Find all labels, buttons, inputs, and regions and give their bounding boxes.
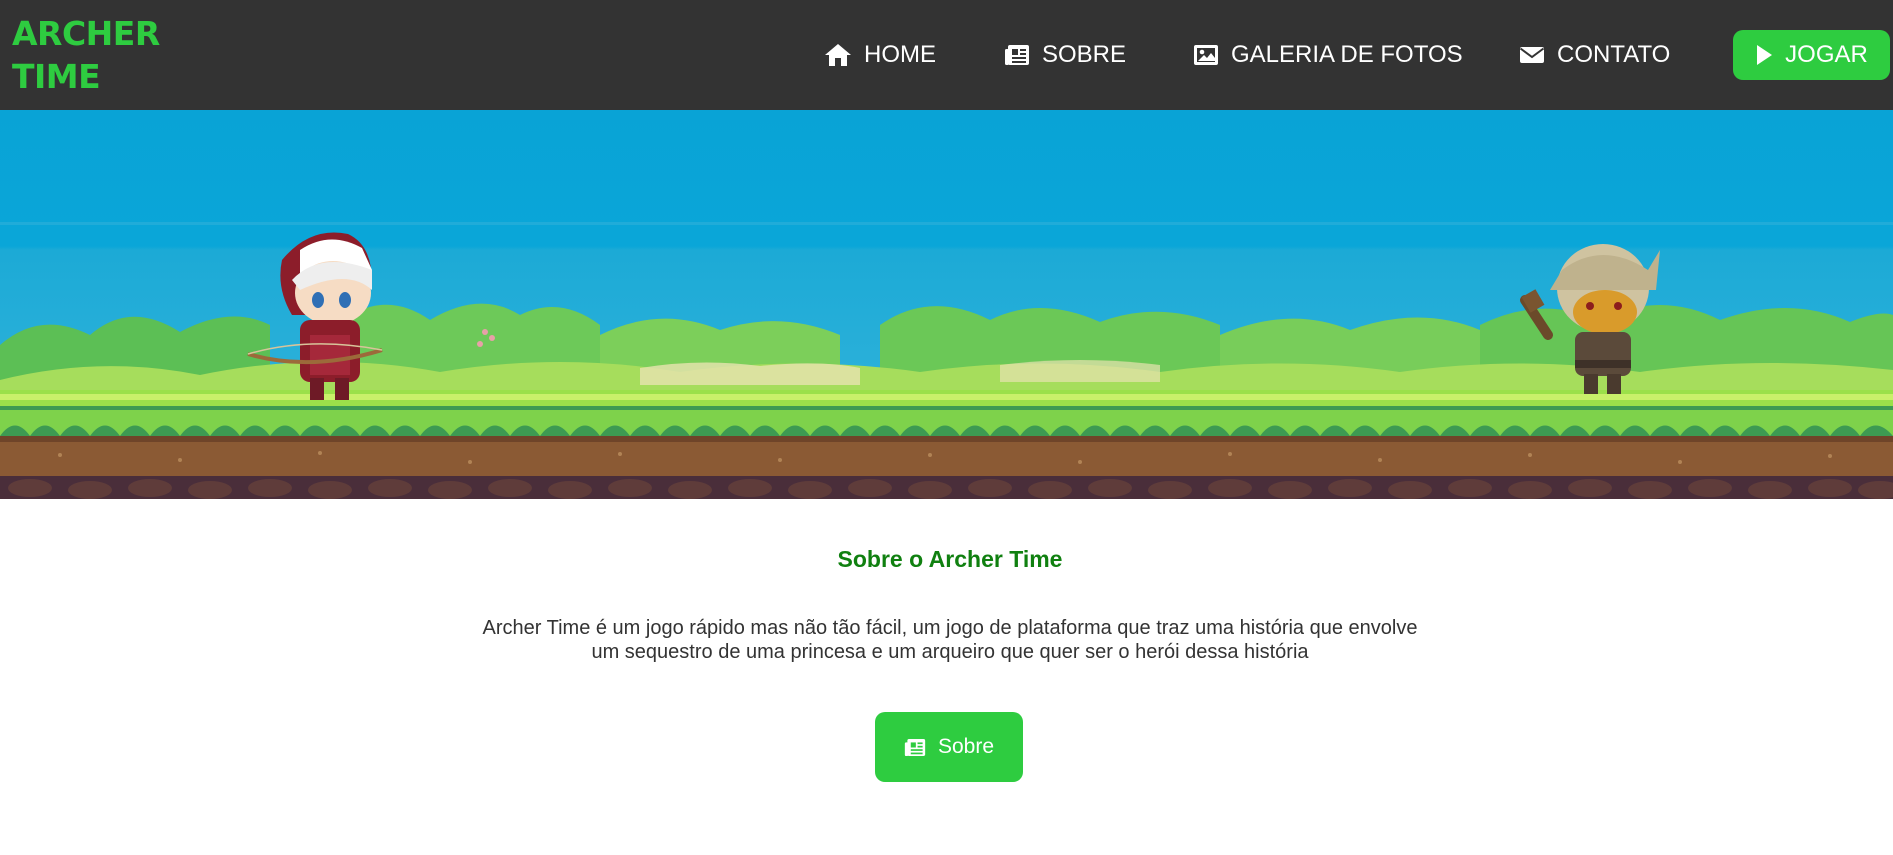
envelope-icon (1519, 47, 1545, 63)
brand-logo[interactable]: ARCHER TIME (12, 12, 172, 98)
about-button[interactable]: Sobre (875, 712, 1023, 782)
play-button[interactable]: JOGAR (1733, 30, 1890, 80)
nav-galeria-label: GALERIA DE FOTOS (1231, 41, 1463, 68)
game-scene-image (0, 110, 1893, 499)
play-button-label: JOGAR (1785, 41, 1868, 68)
brand-line-2: TIME (12, 57, 101, 96)
nav-sobre-label: SOBRE (1042, 41, 1127, 68)
image-icon (1194, 45, 1218, 65)
play-icon (1757, 45, 1773, 65)
nav-contato[interactable]: CONTATO (1519, 40, 1670, 70)
newspaper-icon (1005, 45, 1029, 65)
about-button-label: Sobre (937, 735, 995, 758)
brand-line-1: ARCHER (12, 14, 160, 53)
about-title: Sobre o Archer Time (837, 546, 1063, 572)
nav-contato-label: CONTATO (1557, 41, 1671, 68)
home-icon (825, 44, 851, 66)
nav-home[interactable]: HOME (824, 40, 936, 70)
navbar: ARCHER TIME HOME SOBRE GALERIA DE FOTOS (0, 0, 1893, 110)
hero-banner (0, 110, 1893, 499)
nav-sobre[interactable]: SOBRE (1004, 40, 1126, 70)
ground-platform (0, 390, 1893, 499)
nav-home-label: HOME (864, 41, 936, 68)
nav-galeria[interactable]: GALERIA DE FOTOS (1193, 40, 1463, 70)
newspaper-icon (904, 738, 926, 756)
about-description: Archer Time é um jogo rápido mas não tão… (482, 617, 1418, 663)
